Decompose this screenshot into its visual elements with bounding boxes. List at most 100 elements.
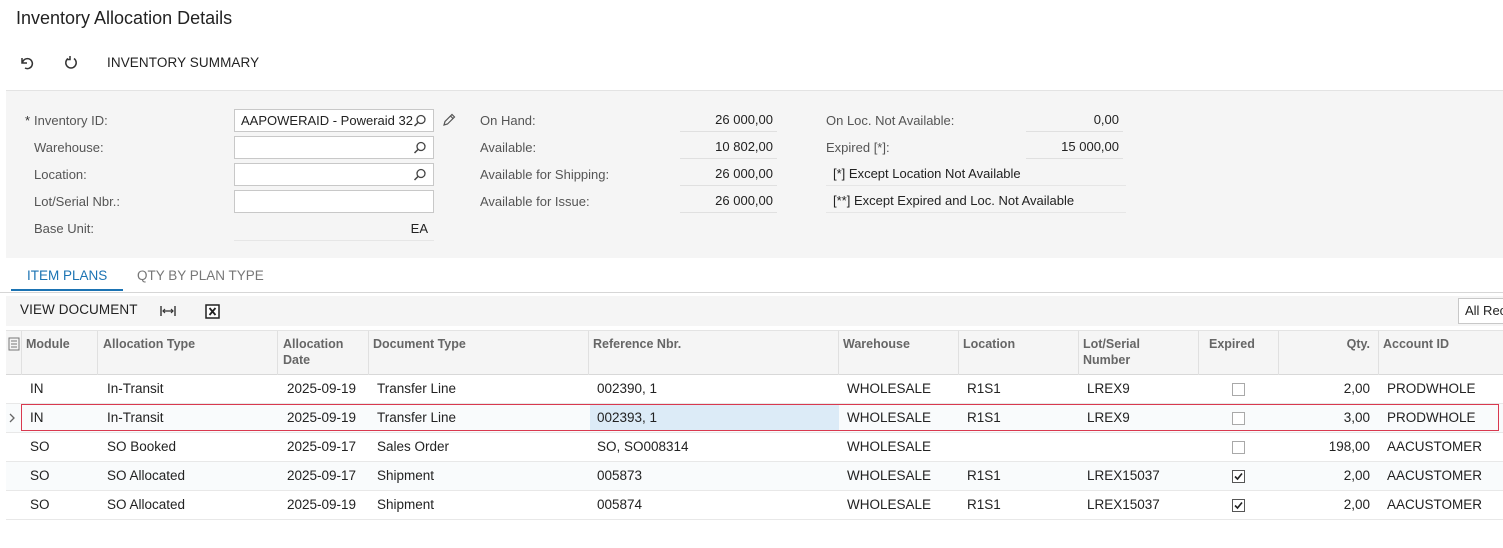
inventory-summary-button[interactable]: INVENTORY SUMMARY	[107, 55, 259, 70]
tab-qty-by-plan-type[interactable]: QTY BY PLAN TYPE	[121, 263, 280, 291]
cell-allocation-type: SO Allocated	[107, 497, 186, 512]
col-header-allocation-date[interactable]: Allocation Date	[283, 337, 363, 368]
location-field[interactable]	[234, 163, 434, 186]
search-icon[interactable]	[413, 141, 427, 155]
base-unit-label: Base Unit:	[34, 221, 94, 236]
cell-allocation-type: In-Transit	[107, 410, 164, 425]
expired-checkbox[interactable]	[1232, 383, 1245, 396]
cell-module: SO	[30, 439, 50, 454]
expired-checkbox[interactable]	[1232, 412, 1245, 425]
col-header-account-id[interactable]: Account ID	[1383, 337, 1449, 353]
refresh-icon	[65, 56, 77, 69]
available-value: 10 802,00	[680, 137, 777, 159]
grid-toolbar	[6, 296, 1503, 326]
cell-location: R1S1	[967, 497, 1001, 512]
location-label: Location:	[34, 167, 87, 182]
expired-value: 15 000,00	[1026, 137, 1123, 159]
available-for-issue-value: 26 000,00	[680, 191, 777, 213]
cell-location: R1S1	[967, 381, 1001, 396]
on-loc-not-available-label: On Loc. Not Available:	[826, 113, 955, 128]
col-header-reference-nbr[interactable]: Reference Nbr.	[593, 337, 681, 353]
fit-columns-icon	[160, 306, 176, 316]
col-header-document-type[interactable]: Document Type	[373, 337, 466, 353]
expired-label: Expired [*]:	[826, 140, 890, 155]
cell-qty: 2,00	[1343, 497, 1370, 512]
available-for-shipping-label: Available for Shipping:	[480, 167, 610, 182]
inventory-id-field[interactable]: AAPOWERAID - Poweraid 32	[234, 109, 434, 132]
cell-document-type: Shipment	[377, 468, 435, 483]
cell-warehouse: WHOLESALE	[847, 497, 932, 512]
cell-allocation-date: 2025-09-19	[287, 497, 357, 512]
export-excel-button[interactable]	[202, 302, 222, 320]
row-selector-icon[interactable]	[8, 337, 20, 351]
cell-allocation-date: 2025-09-17	[287, 468, 357, 483]
edit-inventory-button[interactable]	[441, 112, 457, 128]
col-header-lot-serial[interactable]: Lot/Serial Number	[1083, 337, 1153, 368]
cell-account-id: AACUSTOMER	[1387, 497, 1483, 512]
base-unit-value: EA	[234, 219, 434, 241]
tab-divider	[0, 292, 1503, 293]
col-header-location[interactable]: Location	[963, 337, 1015, 353]
col-header-expired[interactable]: Expired	[1209, 337, 1255, 353]
warehouse-label: Warehouse:	[34, 140, 104, 155]
cell-reference-nbr[interactable]: 005873	[597, 462, 642, 490]
search-icon[interactable]	[413, 168, 427, 182]
cell-lot-serial: LREX15037	[1087, 468, 1160, 483]
cell-document-type: Transfer Line	[377, 381, 457, 396]
cell-account-id: AACUSTOMER	[1387, 439, 1483, 454]
cell-reference-nbr-selected[interactable]: 002393, 1	[597, 404, 657, 432]
cell-module: SO	[30, 468, 50, 483]
inventory-id-value: AAPOWERAID - Poweraid 32	[241, 113, 413, 128]
cell-module: IN	[30, 381, 44, 396]
on-hand-value: 26 000,00	[680, 110, 777, 132]
cell-qty: 198,00	[1328, 439, 1370, 454]
table-row[interactable]: SO SO Allocated 2025-09-19 Shipment 0058…	[6, 491, 1503, 520]
cell-allocation-type: SO Booked	[107, 439, 177, 454]
col-header-allocation-type[interactable]: Allocation Type	[103, 337, 195, 353]
cell-module: SO	[30, 497, 50, 512]
expired-checkbox[interactable]	[1232, 470, 1245, 483]
warehouse-field[interactable]	[234, 136, 434, 159]
cell-lot-serial: LREX9	[1087, 381, 1130, 396]
cell-allocation-type: SO Allocated	[107, 468, 186, 483]
col-header-module[interactable]: Module	[26, 337, 70, 353]
cell-allocation-date: 2025-09-19	[287, 381, 357, 396]
available-label: Available:	[480, 140, 537, 155]
records-filter-select[interactable]: All Rec	[1458, 298, 1503, 324]
cell-allocation-date: 2025-09-17	[287, 439, 357, 454]
cell-reference-nbr[interactable]: 002390, 1	[597, 375, 657, 403]
lot-serial-field[interactable]	[234, 190, 434, 213]
inventory-id-label: * Inventory ID:	[25, 113, 108, 128]
undo-button[interactable]	[16, 52, 38, 74]
checkmark-icon	[1234, 501, 1243, 510]
expired-checkbox[interactable]	[1232, 441, 1245, 454]
cell-lot-serial: LREX15037	[1087, 497, 1160, 512]
cell-document-type: Sales Order	[377, 439, 450, 454]
table-row[interactable]: SO SO Booked 2025-09-17 Sales Order SO, …	[6, 433, 1503, 462]
cell-location: R1S1	[967, 468, 1001, 483]
cell-warehouse: WHOLESALE	[847, 410, 932, 425]
on-hand-label: On Hand:	[480, 113, 536, 128]
col-header-warehouse[interactable]: Warehouse	[843, 337, 910, 353]
cell-allocation-type: In-Transit	[107, 381, 164, 396]
refresh-button[interactable]	[60, 52, 82, 74]
cell-reference-nbr[interactable]: SO, SO008314	[597, 433, 689, 461]
col-header-qty[interactable]: Qty.	[1282, 337, 1370, 353]
inventory-id-label-text: Inventory ID:	[34, 113, 108, 128]
cell-reference-nbr[interactable]: 005874	[597, 491, 642, 519]
cell-qty: 2,00	[1343, 381, 1370, 396]
cell-location: R1S1	[967, 410, 1001, 425]
expired-checkbox[interactable]	[1232, 499, 1245, 512]
fit-columns-button[interactable]	[158, 302, 178, 320]
cell-module: IN	[30, 410, 44, 425]
table-row[interactable]: SO SO Allocated 2025-09-17 Shipment 0058…	[6, 462, 1503, 491]
cell-warehouse: WHOLESALE	[847, 439, 932, 454]
note-except-location: [*] Except Location Not Available	[826, 164, 1126, 186]
view-document-button[interactable]: VIEW DOCUMENT	[20, 302, 138, 317]
cell-warehouse: WHOLESALE	[847, 381, 932, 396]
undo-icon	[21, 57, 34, 70]
search-icon[interactable]	[413, 114, 427, 128]
pencil-icon	[443, 113, 456, 126]
table-row[interactable]: IN In-Transit 2025-09-19 Transfer Line 0…	[6, 375, 1503, 404]
tab-item-plans[interactable]: ITEM PLANS	[11, 263, 124, 291]
